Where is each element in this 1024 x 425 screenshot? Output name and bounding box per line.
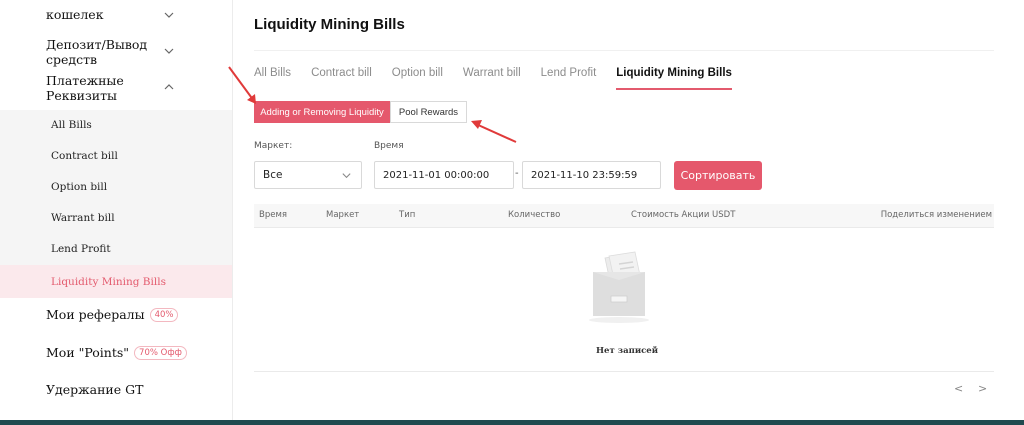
tab-option-bill[interactable]: Option bill xyxy=(392,66,443,90)
page-title: Liquidity Mining Bills xyxy=(254,16,405,33)
tab-liquidity-mining-bills[interactable]: Liquidity Mining Bills xyxy=(616,66,732,90)
sidebar-subitem-option-bill[interactable]: Option bill xyxy=(0,172,232,202)
sidebar-subitem-contract-bill[interactable]: Contract bill xyxy=(0,141,232,171)
chevron-down-icon xyxy=(163,45,175,57)
sidebar-item-label: кошелек xyxy=(46,7,104,22)
tab-lend-profit[interactable]: Lend Profit xyxy=(541,66,597,90)
points-badge: 70% Офф xyxy=(134,345,187,360)
column-header-market: Маркет xyxy=(326,210,360,220)
column-header-share-change: Поделиться изменением xyxy=(880,210,992,220)
sidebar-item-gt-holding[interactable]: Удержание GT xyxy=(46,382,143,397)
pagination-prev-button[interactable]: < xyxy=(954,382,963,395)
sidebar-subitem-liquidity-mining-bills[interactable]: Liquidity Mining Bills xyxy=(0,265,232,298)
table-header: Время Маркет Тип Количество Стоимость Ак… xyxy=(254,204,994,228)
sidebar-divider xyxy=(232,0,233,425)
bill-tabs: All Bills Contract bill Option bill Warr… xyxy=(254,66,752,90)
sidebar-subitem-warrant-bill[interactable]: Warrant bill xyxy=(0,203,232,233)
tab-all-bills[interactable]: All Bills xyxy=(254,66,291,90)
adding-removing-liquidity-button[interactable]: Adding or Removing Liquidity xyxy=(254,101,390,123)
title-divider xyxy=(254,50,994,51)
market-select-value: Все xyxy=(263,169,283,181)
sidebar-item-label: Мои "Points" xyxy=(46,345,130,360)
market-label: Маркет: xyxy=(254,141,293,151)
table-bottom-divider xyxy=(254,371,994,372)
date-range-separator: - xyxy=(515,168,519,179)
time-label: Время xyxy=(374,141,404,151)
sidebar: кошелек Депозит/Вывод средств Платежные … xyxy=(0,0,232,425)
chevron-up-icon xyxy=(163,81,175,93)
referral-badge: 40% xyxy=(149,307,179,322)
sort-button[interactable]: Сортировать xyxy=(674,161,762,190)
sidebar-item-label: Удержание GT xyxy=(46,382,144,397)
start-date-input[interactable] xyxy=(374,161,514,189)
pool-rewards-button[interactable]: Pool Rewards xyxy=(390,101,467,123)
tab-contract-bill[interactable]: Contract bill xyxy=(311,66,372,90)
sidebar-subitem-all-bills[interactable]: All Bills xyxy=(0,110,232,140)
bottom-bar xyxy=(0,420,1024,425)
sidebar-item-referrals[interactable]: Мои рефералы 40% xyxy=(46,307,179,322)
market-select[interactable]: Все xyxy=(254,161,362,189)
column-header-amount: Количество xyxy=(508,210,561,220)
end-date-input[interactable] xyxy=(522,161,661,189)
empty-state-text: Нет записей xyxy=(596,346,659,356)
column-header-type: Тип xyxy=(399,210,416,220)
pagination-next-button[interactable]: > xyxy=(978,382,987,395)
sidebar-subitem-lend-profit[interactable]: Lend Profit xyxy=(0,234,232,264)
annotation-arrow-icon xyxy=(471,120,517,143)
empty-box-icon xyxy=(583,250,655,324)
chevron-down-icon xyxy=(341,170,352,181)
sidebar-item-label: Депозит/Вывод средств xyxy=(46,37,148,67)
column-header-time: Время xyxy=(259,210,287,220)
tab-warrant-bill[interactable]: Warrant bill xyxy=(463,66,521,90)
sidebar-item-label: Платежные Реквизиты xyxy=(46,73,124,103)
column-header-share-value-usdt: Стоимость Акции USDT xyxy=(631,210,736,220)
payment-details-submenu: All Bills Contract bill Option bill Warr… xyxy=(0,110,232,298)
sidebar-item-label: Мои рефералы xyxy=(46,307,145,322)
sidebar-item-points[interactable]: Мои "Points" 70% Офф xyxy=(46,345,187,360)
chevron-down-icon xyxy=(163,9,175,21)
